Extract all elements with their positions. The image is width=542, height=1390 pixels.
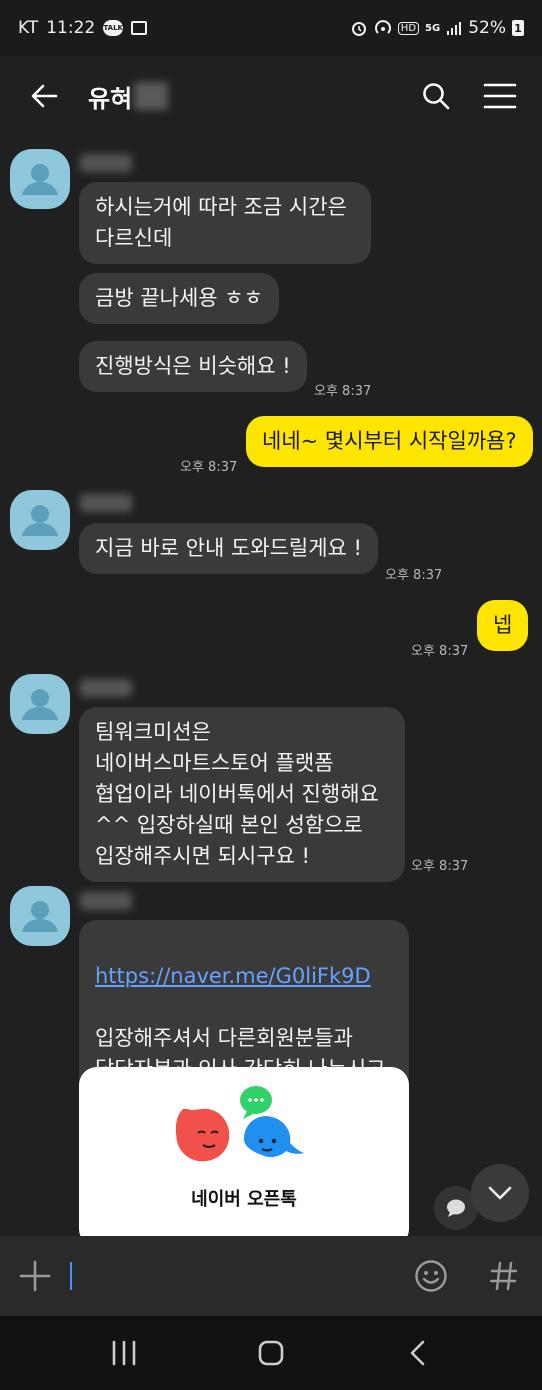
avatar[interactable] — [10, 490, 70, 550]
sender-name-blurred — [80, 154, 132, 172]
hashtag-button[interactable] — [466, 1236, 542, 1316]
chevron-down-icon — [488, 1186, 512, 1200]
back-button[interactable] — [0, 56, 88, 136]
message-bubble[interactable]: 지금 바로 안내 도와드릴게요 ! — [79, 523, 378, 574]
header-actions — [404, 56, 542, 136]
chat-title-text: 유혀 — [88, 84, 133, 113]
network-type-icon: 5G — [425, 22, 441, 34]
default-profile-icon — [22, 505, 58, 536]
back-nav-button[interactable] — [378, 1316, 458, 1390]
plus-icon — [19, 1260, 51, 1292]
default-profile-icon — [22, 689, 58, 720]
menu-icon — [483, 83, 517, 109]
kakaotalk-notification-icon: TALK — [103, 20, 124, 36]
search-button[interactable] — [404, 56, 468, 136]
avatar[interactable] — [10, 886, 70, 946]
message-bubble[interactable]: 진행방식은 비슷해요 ! — [79, 341, 307, 392]
battery-icon: 1 — [512, 20, 524, 36]
search-icon — [423, 83, 450, 110]
message-time: 오후 8:37 — [411, 644, 469, 659]
message-time: 오후 8:37 — [385, 568, 443, 583]
attach-button[interactable] — [0, 1236, 70, 1316]
default-profile-icon — [22, 164, 58, 195]
alarm-icon — [351, 22, 366, 36]
clock: 11:22 — [46, 18, 96, 38]
hd-voice-icon: HD — [397, 21, 420, 35]
back-arrow-icon — [31, 84, 58, 108]
link-preview-card[interactable]: 네이버 오픈톡 — [79, 1067, 409, 1236]
status-bar: KT 11:22 TALK HD 5G 52% 1 — [0, 0, 542, 56]
signal-icon — [447, 22, 462, 35]
home-icon — [258, 1340, 284, 1366]
my-message-bubble[interactable]: 넵 — [477, 600, 529, 651]
sender-name-blurred — [80, 679, 132, 697]
chat-bubble-icon — [447, 1199, 465, 1217]
message-input[interactable] — [70, 1262, 396, 1290]
back-nav-icon — [411, 1340, 425, 1366]
avatar[interactable] — [10, 149, 70, 209]
sender-name-blurred — [80, 494, 132, 512]
message-link[interactable]: https://naver.me/G0liFk9D — [95, 961, 393, 992]
status-right: HD 5G 52% 1 — [350, 18, 524, 38]
status-left: KT 11:22 TALK — [18, 18, 148, 38]
chat-area[interactable]: 하시는거에 따라 조금 시간은 다르신데 금방 끝나세용 ㅎㅎ 진행방식은 비슷… — [0, 136, 542, 1236]
system-navigation-bar — [0, 1316, 542, 1390]
scroll-to-bottom-button[interactable] — [471, 1164, 529, 1222]
hotspot-icon — [374, 20, 391, 34]
message-bubble[interactable]: 팀워크미션은 네이버스마트스토어 플랫폼 협업이라 네이버톡에서 진행해요 ^^… — [79, 707, 405, 882]
emoji-icon — [415, 1260, 447, 1292]
message-bubble[interactable]: 하시는거에 따라 조금 시간은 다르신데 — [79, 182, 371, 264]
my-message-bubble[interactable]: 네네~ 몇시부터 시작일까욤? — [246, 416, 533, 467]
recents-icon — [112, 1340, 135, 1366]
message-time: 오후 8:37 — [180, 460, 238, 475]
menu-button[interactable] — [468, 56, 532, 136]
sender-name-blurred — [80, 892, 132, 910]
chat-title: 유혀 — [88, 79, 169, 114]
emoji-button[interactable] — [396, 1236, 466, 1316]
message-bubble[interactable]: 금방 끝나세용 ㅎㅎ — [79, 273, 279, 324]
carrier-label: KT — [18, 18, 39, 38]
battery-percent: 52% — [468, 18, 506, 38]
message-time: 오후 8:37 — [314, 384, 372, 399]
home-button[interactable] — [231, 1316, 311, 1390]
recents-button[interactable] — [84, 1316, 164, 1390]
image-notification-icon — [131, 21, 148, 35]
hashtag-icon — [490, 1261, 518, 1291]
chat-header: 유혀 — [0, 56, 542, 136]
blurred-name — [134, 82, 169, 110]
message-input-bar — [0, 1236, 542, 1316]
card-title: 네이버 오픈톡 — [191, 1189, 297, 1210]
naver-opentalk-logo — [175, 1086, 304, 1162]
avatar[interactable] — [10, 674, 70, 734]
message-time: 오후 8:37 — [411, 859, 469, 874]
default-profile-icon — [22, 901, 58, 932]
